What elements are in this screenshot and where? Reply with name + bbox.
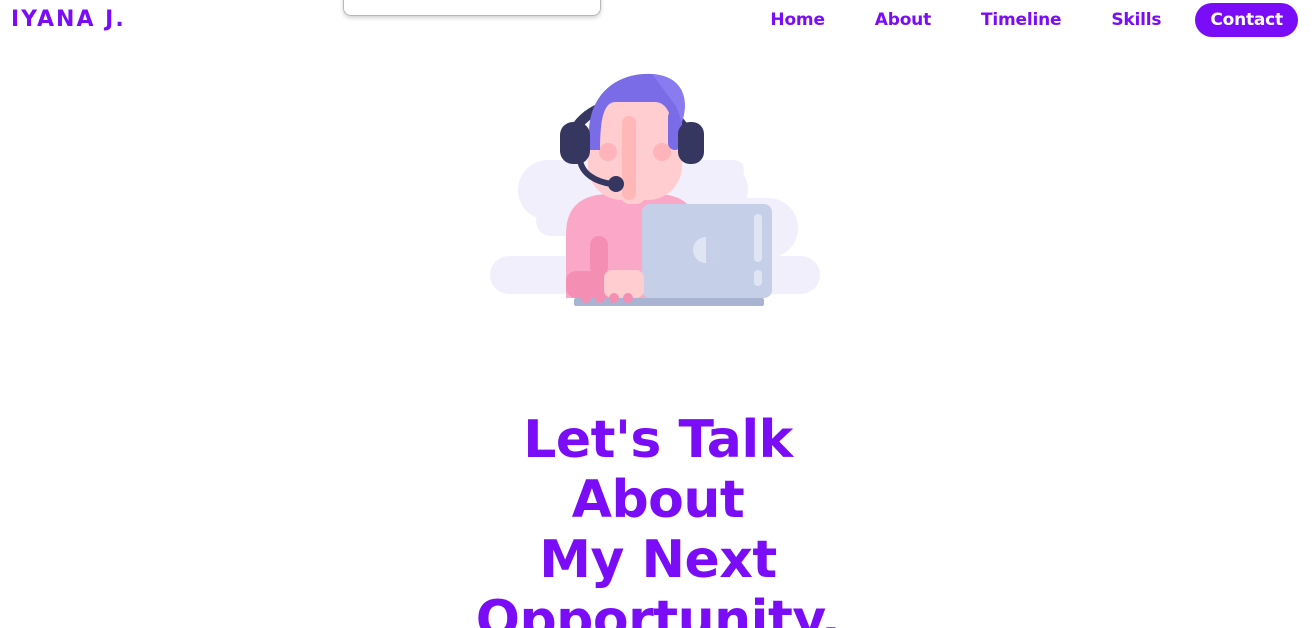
floating-card-text: ” xyxy=(404,0,408,8)
nav-about[interactable]: About xyxy=(875,3,931,37)
floating-card: ” xyxy=(343,0,601,16)
headline-line: About xyxy=(571,469,745,530)
arm-shadow xyxy=(590,236,608,276)
headset-ear-cup xyxy=(560,122,590,164)
nav-skills[interactable]: Skills xyxy=(1111,3,1161,37)
nav-timeline[interactable]: Timeline xyxy=(981,3,1062,37)
headline-line: Opportunity. xyxy=(475,589,841,628)
hero-headline: Let's Talk About My Next Opportunity. xyxy=(358,410,958,628)
laptop-shine xyxy=(754,214,762,262)
page: IYANA J. ” Home About Timeline Skills Co… xyxy=(0,0,1316,628)
nav-contact-button[interactable]: Contact xyxy=(1195,3,1298,37)
cheek xyxy=(599,143,617,161)
laptop-shine xyxy=(754,270,762,286)
main-nav: Home About Timeline Skills Contact xyxy=(770,3,1298,37)
nav-home[interactable]: Home xyxy=(770,3,825,37)
cheek xyxy=(653,143,671,161)
support-person-illustration xyxy=(490,73,820,306)
brand-logo[interactable]: IYANA J. xyxy=(11,6,126,34)
headline-line: My Next xyxy=(539,529,777,590)
headline-line: Let's Talk xyxy=(523,409,793,470)
nose xyxy=(622,116,636,200)
hand xyxy=(604,270,644,298)
headset-ear-cup xyxy=(678,122,704,164)
mic-icon xyxy=(608,176,624,192)
